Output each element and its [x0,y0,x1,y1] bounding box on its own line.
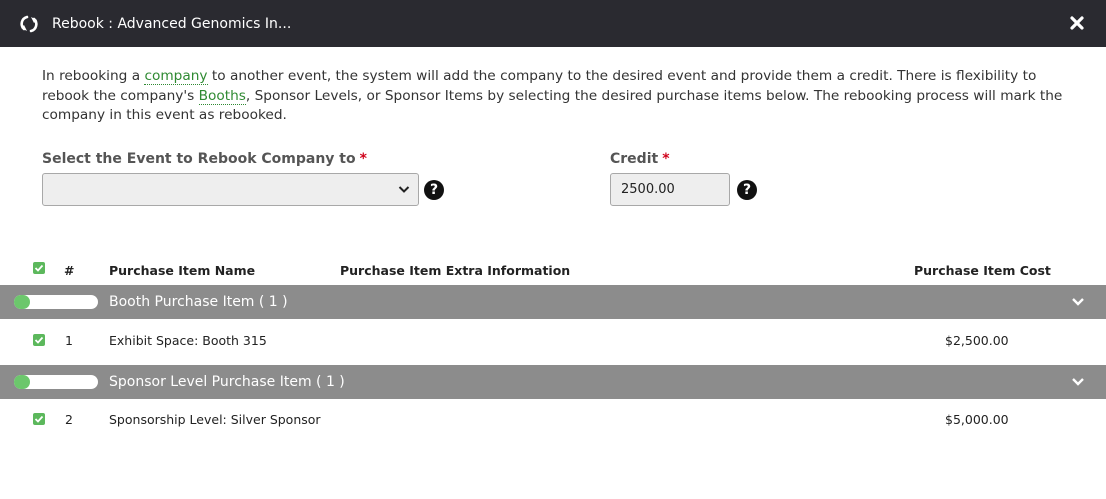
credit-input[interactable]: 2500.00 [610,173,730,206]
company-term-link[interactable]: company [144,68,208,85]
group-label: Sponsor Level Purchase Item ( 1 ) [109,374,345,390]
row-item-cost: $2,500.00 [945,333,1009,348]
dialog-titlebar: Rebook : Advanced Genomics In... [0,0,1106,47]
row-item-name: Sponsorship Level: Silver Sponsor [109,412,321,427]
group-header-sponsor-level[interactable]: Sponsor Level Purchase Item ( 1 ) [0,365,1106,399]
dialog-title: Rebook : Advanced Genomics In... [52,16,292,32]
required-marker: * [359,151,367,167]
credit-help-icon[interactable]: ? [737,180,757,200]
select-all-checkbox[interactable] [33,262,45,274]
event-help-icon[interactable]: ? [424,180,444,200]
checkmark-icon [34,415,44,423]
chevron-down-icon [398,186,410,193]
row-number: 1 [65,333,73,348]
chevron-down-icon[interactable] [1071,377,1085,387]
group-header-booth[interactable]: Booth Purchase Item ( 1 ) [0,285,1106,319]
row-item-name: Exhibit Space: Booth 315 [109,333,267,348]
row-checkbox[interactable] [33,413,45,425]
intro-text: In rebooking a company to another event,… [42,68,1063,123]
group-progress-toggle[interactable] [14,295,98,309]
required-marker: * [662,151,670,167]
credit-label: Credit * [610,151,670,167]
checkmark-icon [34,336,44,344]
rebook-icon [20,15,38,33]
row-item-cost: $5,000.00 [945,412,1009,427]
chevron-down-icon[interactable] [1071,297,1085,307]
event-select[interactable] [42,173,419,206]
column-header-cost: Purchase Item Cost [914,263,1051,278]
event-select-label: Select the Event to Rebook Company to * [42,151,367,167]
row-number: 2 [65,412,73,427]
checkmark-icon [34,264,44,272]
booths-term-link[interactable]: Booths [198,87,246,105]
column-header-number: # [64,263,75,278]
column-header-extra: Purchase Item Extra Information [340,263,571,278]
group-label: Booth Purchase Item ( 1 ) [109,294,288,310]
close-icon[interactable] [1068,14,1086,32]
group-progress-toggle[interactable] [14,375,98,389]
row-checkbox[interactable] [33,334,45,346]
column-header-name: Purchase Item Name [109,263,256,278]
